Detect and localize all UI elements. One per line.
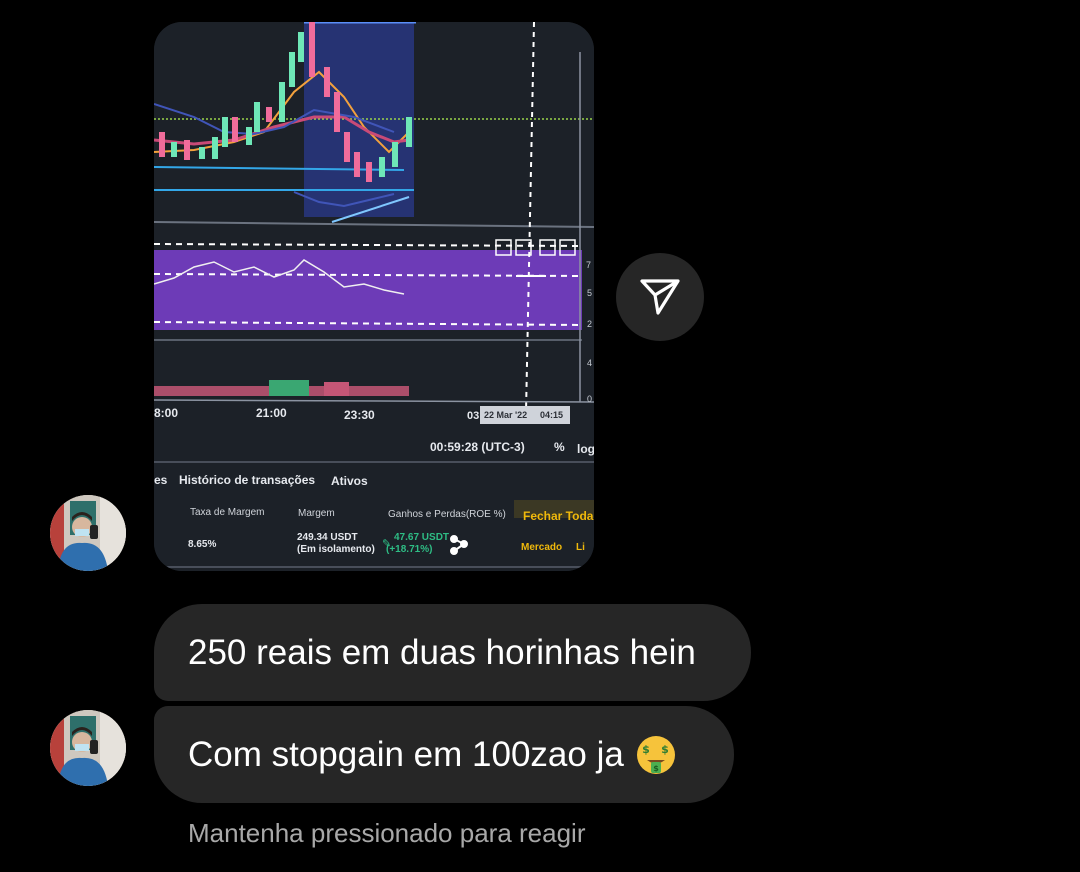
time-label: 23:30 — [344, 408, 375, 422]
column-margin: Margem — [298, 508, 335, 519]
shared-photo[interactable]: 8:00 21:00 23:30 03 22 Mar '22 04:15 00:… — [154, 22, 594, 571]
pnl-roe: (+18.71%) — [386, 544, 433, 555]
percent-toggle[interactable]: % — [554, 440, 565, 454]
axis-tick: 2 — [587, 319, 593, 329]
rsi-panel — [154, 250, 582, 330]
time-label: 21:00 — [256, 406, 287, 420]
axis-tick: 4 — [587, 358, 593, 368]
axis-tick: 5 — [587, 288, 593, 298]
pnl-value: 47.67 USDT — [394, 532, 450, 543]
tab-history[interactable]: Histórico de transações — [179, 473, 315, 487]
crosshair-time: 04:15 — [540, 410, 564, 420]
message-text: 250 reais em duas horinhas hein — [188, 632, 696, 672]
margin-value: 249.34 USDT — [297, 532, 358, 543]
time-label: 03 — [467, 410, 480, 422]
message-bubble[interactable]: Com stopgain em 100zao ja $ $ $ — [154, 706, 734, 803]
svg-text:$: $ — [661, 743, 669, 756]
message-text: Com stopgain em 100zao ja — [188, 734, 624, 774]
share-button[interactable] — [616, 253, 704, 341]
tab-assets[interactable]: Ativos — [331, 474, 368, 488]
avatar[interactable] — [50, 495, 126, 571]
time-label: 8:00 — [154, 406, 179, 420]
crosshair-date: 22 Mar '22 — [484, 410, 528, 420]
tab-positions[interactable]: es — [154, 473, 167, 487]
svg-text:$: $ — [653, 764, 659, 773]
column-margin-rate: Taxa de Margem — [190, 507, 265, 518]
margin-mode: (Em isolamento) — [297, 544, 375, 555]
limit-close-button[interactable]: Li — [576, 542, 585, 553]
user-avatar-image — [50, 710, 126, 786]
clock-label: 00:59:28 (UTC-3) — [430, 440, 525, 454]
axis-tick: 7 — [586, 260, 592, 270]
paper-plane-icon — [640, 279, 680, 315]
trading-chart-photo — [154, 22, 594, 571]
message-bubble[interactable]: 250 reais em duas horinhas hein — [154, 604, 751, 701]
money-mouth-face-icon: $ $ $ — [636, 735, 675, 774]
market-close-button[interactable]: Mercado — [521, 542, 562, 553]
log-toggle[interactable]: log — [577, 442, 594, 456]
reaction-hint: Mantenha pressionado para reagir — [188, 818, 586, 848]
axis-tick: 0 — [587, 394, 593, 404]
svg-text:$: $ — [642, 743, 650, 756]
close-all-button[interactable]: Fechar Toda — [523, 509, 593, 523]
margin-rate-value: 8.65% — [188, 539, 217, 550]
avatar[interactable] — [50, 710, 126, 786]
user-avatar-image — [50, 495, 126, 571]
column-pnl: Ganhos e Perdas(ROE %) — [388, 509, 506, 520]
